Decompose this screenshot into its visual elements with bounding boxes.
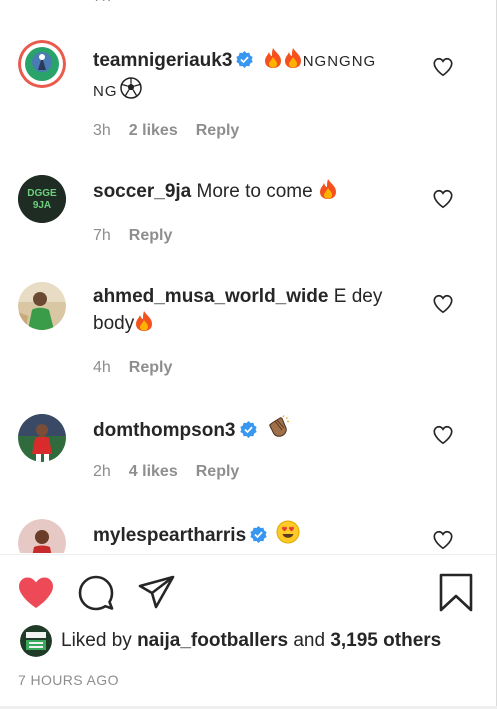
share-icon <box>138 575 175 609</box>
fire-emoji <box>283 47 303 77</box>
comment-meta: 2h 4 likes Reply <box>93 463 257 481</box>
comment-text-content: More to come <box>196 181 313 202</box>
comment-text-content: NG <box>93 83 118 100</box>
comment-text: teamnigeriauk3 NGNGNG NG <box>93 47 403 107</box>
verified-icon <box>239 421 257 438</box>
avatar[interactable] <box>18 414 66 462</box>
svg-text:9JA: 9JA <box>33 200 51 211</box>
comment-text: ahmed_musa_world_wide E dey body <box>93 283 403 340</box>
comment-button[interactable] <box>76 573 116 613</box>
verified-icon <box>250 526 267 543</box>
avatar[interactable]: DGGE 9JA <box>18 175 66 223</box>
like-button[interactable] <box>16 573 56 613</box>
reply-button[interactable]: Reply <box>196 122 240 139</box>
comment-time: 2h <box>93 463 111 480</box>
svg-text:DGGE: DGGE <box>27 188 57 199</box>
comment-like-icon[interactable] <box>432 529 454 551</box>
heart-filled-icon <box>19 577 53 608</box>
comment-meta: 3h 2 likes Reply <box>93 122 257 140</box>
bookmark-icon <box>439 573 473 612</box>
share-button[interactable] <box>136 573 176 613</box>
comment-text: domthompson3 <box>93 415 403 447</box>
avatar[interactable] <box>20 625 52 657</box>
comment-username[interactable]: teamnigeriauk3 <box>93 50 232 71</box>
comment-like-icon[interactable] <box>432 424 454 446</box>
avatar[interactable] <box>18 282 66 330</box>
liked-by-user[interactable]: naija_footballers <box>137 630 288 651</box>
comment-text-content: E dey <box>333 286 383 307</box>
comment-time: 3h <box>93 122 111 139</box>
comment-like-icon[interactable] <box>432 56 454 78</box>
avatar[interactable] <box>18 519 66 553</box>
avatar[interactable] <box>18 40 66 88</box>
fire-emoji <box>134 310 154 340</box>
liked-by-others[interactable]: 3,195 others <box>330 630 441 651</box>
comment-like-icon[interactable] <box>432 188 454 210</box>
comment-username[interactable]: domthompson3 <box>93 420 236 441</box>
post-timestamp[interactable]: 7 HOURS AGO <box>18 672 119 688</box>
comment-text: mylespeartharris <box>93 520 403 552</box>
comment-text-content: body <box>93 313 135 334</box>
save-button[interactable] <box>436 572 476 614</box>
comment-time: 4h <box>93 359 111 376</box>
fire-emoji <box>318 178 338 208</box>
comment-meta: 4h Reply <box>93 359 190 377</box>
comment-username[interactable]: mylespeartharris <box>93 525 246 546</box>
comment-username[interactable]: ahmed_musa_world_wide <box>93 286 328 307</box>
comment-likes[interactable]: 4 likes <box>129 463 178 480</box>
soccer-ball-emoji <box>119 77 142 107</box>
verified-icon <box>236 51 254 68</box>
heart-eyes-emoji <box>276 520 300 552</box>
comment-time: 7h <box>93 227 111 244</box>
comment-text-content: NGNGNG <box>302 53 377 70</box>
comment-like-icon[interactable] <box>432 293 454 315</box>
reply-button[interactable]: Reply <box>129 359 173 376</box>
comment-likes[interactable]: 2 likes <box>129 122 178 139</box>
comment-text: soccer_9ja More to come <box>93 178 403 208</box>
footer-divider <box>0 554 496 555</box>
reply-button[interactable]: Reply <box>129 227 173 244</box>
comment-meta: 7h Reply <box>93 227 190 245</box>
fire-emoji <box>263 47 283 77</box>
comment-username[interactable]: soccer_9ja <box>93 181 191 202</box>
liked-by-prefix: Liked by <box>61 630 132 651</box>
liked-by-conj: and <box>293 630 326 651</box>
liked-by-text: Liked by naija_footballers and 3,195 oth… <box>61 630 441 652</box>
comment-icon <box>78 575 114 611</box>
comments-list[interactable]: 7h teamnigeriauk3 NGNGNG NG 3h 2 likes Rep… <box>0 0 497 553</box>
previous-comment-time: 7h <box>93 0 111 6</box>
clap-emoji <box>266 415 290 447</box>
reply-button[interactable]: Reply <box>196 463 240 480</box>
